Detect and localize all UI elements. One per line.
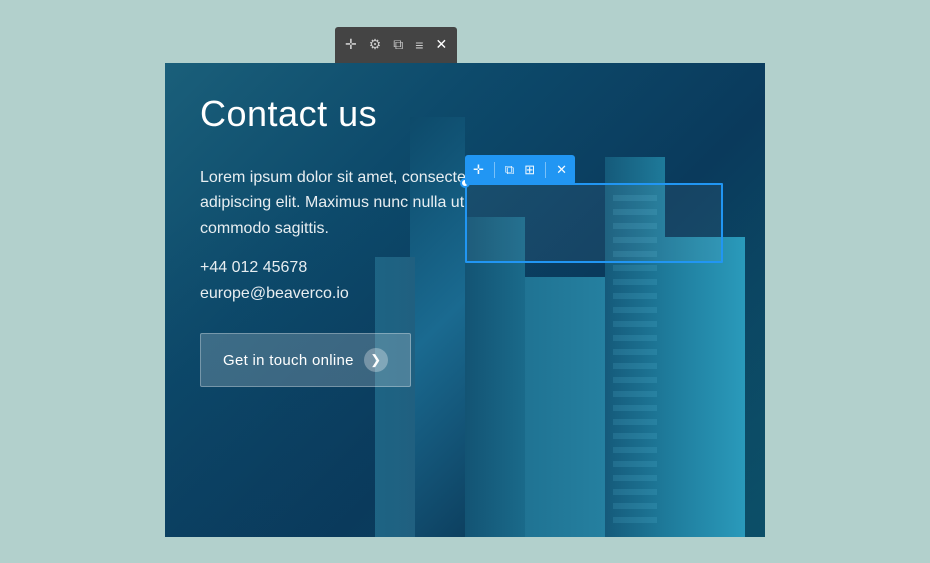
top-toolbar[interactable]: ✛ ⚙ ⧉ ≡ ✕ [335, 27, 457, 63]
widget-selected-area[interactable] [465, 183, 723, 263]
widget-columns-icon[interactable]: ⊞ [524, 162, 535, 178]
menu-icon[interactable]: ≡ [415, 37, 423, 53]
widget-toolbar-divider-2 [545, 162, 546, 178]
content-panel: Contact us Lorem ipsum dolor sit amet, c… [165, 63, 765, 537]
arrow-circle-icon: ❯ [364, 348, 388, 372]
cta-button-label: Get in touch online [223, 352, 354, 369]
page-title: Contact us [200, 93, 580, 135]
widget-close-icon[interactable]: ✕ [556, 162, 567, 178]
close-icon[interactable]: ✕ [435, 36, 447, 53]
wrench-icon[interactable]: ⚙ [369, 36, 382, 53]
widget-copy-icon[interactable]: ⧉ [505, 162, 514, 178]
arrow-icon: ❯ [370, 352, 381, 368]
move-tool-icon[interactable]: ✛ [345, 36, 357, 53]
building-1 [665, 237, 745, 537]
copy-tool-icon[interactable]: ⧉ [393, 36, 403, 53]
cta-button[interactable]: Get in touch online ❯ [200, 333, 411, 387]
widget-move-icon[interactable]: ✛ [473, 162, 484, 178]
widget-toolbar-divider [494, 162, 495, 178]
editor-container: ✛ ⚙ ⧉ ≡ ✕ Contact us Lorem ipsum dolor s… [165, 27, 765, 537]
email-address: europe@beaverco.io [200, 285, 580, 303]
widget-toolbar[interactable]: ✛ ⧉ ⊞ ✕ [465, 155, 575, 185]
